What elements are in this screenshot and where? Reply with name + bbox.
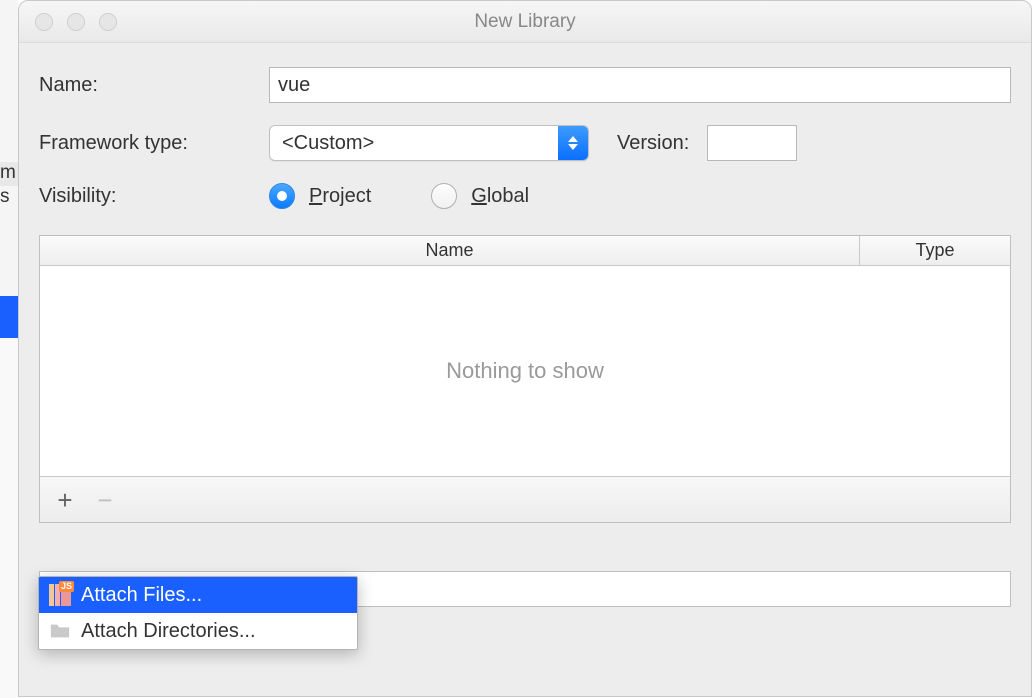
- table-header: Name Type: [40, 236, 1010, 266]
- column-header-name[interactable]: Name: [40, 236, 860, 265]
- dropdown-arrows-icon: [558, 126, 588, 160]
- background-stripe: s: [0, 186, 18, 296]
- radio-icon: [269, 183, 295, 209]
- folder-icon: [49, 620, 71, 642]
- background-stripe: [0, 0, 18, 162]
- visibility-global-radio[interactable]: Global: [431, 183, 529, 209]
- version-label: Version:: [617, 132, 689, 155]
- zoom-window-button[interactable]: [99, 13, 117, 31]
- window-title: New Library: [19, 11, 1031, 33]
- remove-button[interactable]: −: [94, 487, 116, 513]
- table-body: Nothing to show: [40, 266, 1010, 476]
- background-stripe: [0, 338, 18, 698]
- name-row: Name:: [39, 67, 1011, 103]
- background-stripe: m: [0, 162, 18, 186]
- js-files-icon: JS: [49, 584, 71, 606]
- library-files-table: Name Type Nothing to show + −: [39, 235, 1011, 523]
- attach-files-menu-item[interactable]: JS Attach Files...: [39, 577, 357, 613]
- add-popup-menu: JS Attach Files... Attach Directories...: [38, 576, 358, 650]
- framework-type-dropdown[interactable]: <Custom>: [269, 125, 589, 161]
- visibility-global-label: Global: [471, 185, 529, 208]
- attach-directories-menu-item[interactable]: Attach Directories...: [39, 613, 357, 649]
- titlebar: New Library: [19, 1, 1031, 43]
- empty-state-text: Nothing to show: [446, 358, 604, 384]
- menu-item-label: Attach Files...: [81, 584, 202, 607]
- add-button[interactable]: +: [54, 487, 76, 513]
- visibility-project-label: Project: [309, 185, 371, 208]
- menu-item-label: Attach Directories...: [81, 620, 256, 643]
- dialog-content: Name: Framework type: <Custom> Version: …: [19, 43, 1031, 607]
- column-header-type[interactable]: Type: [860, 236, 1010, 265]
- radio-icon: [431, 183, 457, 209]
- name-label: Name:: [39, 74, 269, 97]
- version-input[interactable]: [707, 125, 797, 161]
- visibility-row: Visibility: Project Global: [39, 183, 1011, 209]
- visibility-radio-group: Project Global: [269, 183, 529, 209]
- framework-type-value: <Custom>: [270, 126, 558, 160]
- framework-row: Framework type: <Custom> Version:: [39, 125, 1011, 161]
- visibility-label: Visibility:: [39, 185, 269, 208]
- table-toolbar: + −: [40, 476, 1010, 522]
- background-stripe-selected: [0, 296, 18, 338]
- minimize-window-button[interactable]: [67, 13, 85, 31]
- name-input[interactable]: [269, 67, 1011, 103]
- window-controls: [19, 13, 117, 31]
- close-window-button[interactable]: [35, 13, 53, 31]
- framework-type-label: Framework type:: [39, 132, 269, 155]
- visibility-project-radio[interactable]: Project: [269, 183, 371, 209]
